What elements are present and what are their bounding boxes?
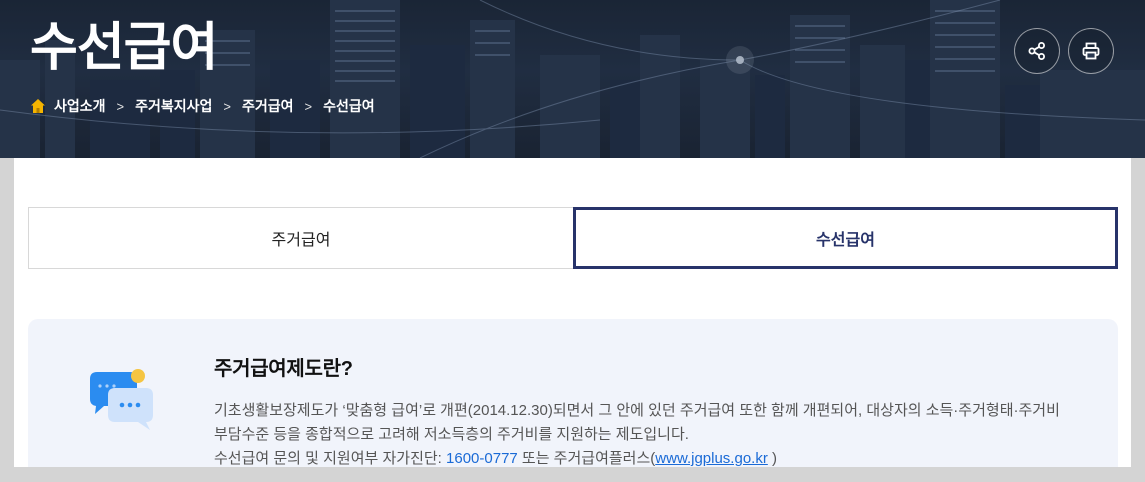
share-icon bbox=[1028, 42, 1045, 60]
breadcrumb-item-repair-benefit[interactable]: 수선급여 bbox=[323, 96, 375, 116]
info-line-2: 부담수준 등을 종합적으로 고려해 저소득층의 주거비를 지원하는 제도입니다. bbox=[214, 426, 689, 443]
jgplus-website-link[interactable]: www.jgplus.go.kr bbox=[655, 450, 768, 467]
breadcrumb-item-housing-welfare[interactable]: 주거복지사업 bbox=[135, 96, 212, 116]
print-icon bbox=[1082, 42, 1100, 60]
tab-label: 주거급여 bbox=[271, 232, 331, 249]
breadcrumb-separator: > bbox=[304, 98, 313, 114]
tab-label: 수선급여 bbox=[816, 232, 875, 249]
print-button[interactable] bbox=[1068, 28, 1114, 74]
info-description: 기초생활보장제도가 ‘맞춤형 급여’로 개편(2014.12.30)되면서 그 … bbox=[214, 399, 1094, 471]
breadcrumb-item-housing-benefit[interactable]: 주거급여 bbox=[242, 96, 294, 116]
page-hero: 수선급여 사업소개 > 주거복지사업 > 주거급여 > 수선급여 bbox=[0, 0, 1145, 158]
breadcrumb: 사업소개 > 주거복지사업 > 주거급여 > 수선급여 bbox=[30, 96, 375, 116]
tab-housing-benefit[interactable]: 주거급여 bbox=[28, 207, 574, 269]
breadcrumb-separator: > bbox=[223, 98, 231, 114]
info-heading: 주거급여제도란? bbox=[214, 358, 353, 380]
content-card: 주거급여 수선급여 주거급여제도란? 기초생활보장제도가 ‘맞춤형 급여’로 개… bbox=[14, 158, 1131, 479]
info-line-3-prefix: 수선급여 문의 및 지원여부 자가진단: bbox=[214, 450, 447, 467]
info-box: 주거급여제도란? 기초생활보장제도가 ‘맞춤형 급여’로 개편(2014.12.… bbox=[28, 319, 1118, 479]
tab-bar: 주거급여 수선급여 bbox=[28, 207, 1118, 269]
page-title: 수선급여 bbox=[30, 19, 218, 77]
share-button[interactable] bbox=[1014, 28, 1060, 74]
breadcrumb-item-business-intro[interactable]: 사업소개 bbox=[54, 96, 106, 116]
phone-number: 1600-0777 bbox=[446, 450, 518, 467]
bottom-overlay-bar bbox=[0, 467, 1145, 482]
chat-bubbles-icon bbox=[90, 369, 153, 430]
tab-repair-benefit[interactable]: 수선급여 bbox=[573, 207, 1118, 269]
breadcrumb-separator: > bbox=[116, 98, 125, 114]
info-line-1: 기초생활보장제도가 ‘맞춤형 급여’로 개편(2014.12.30)되면서 그 … bbox=[214, 402, 1060, 419]
home-icon[interactable] bbox=[30, 98, 46, 114]
info-line-3-suffix: ) bbox=[767, 450, 777, 467]
info-line-3-middle: 또는 주거급여플러스( bbox=[517, 450, 656, 467]
